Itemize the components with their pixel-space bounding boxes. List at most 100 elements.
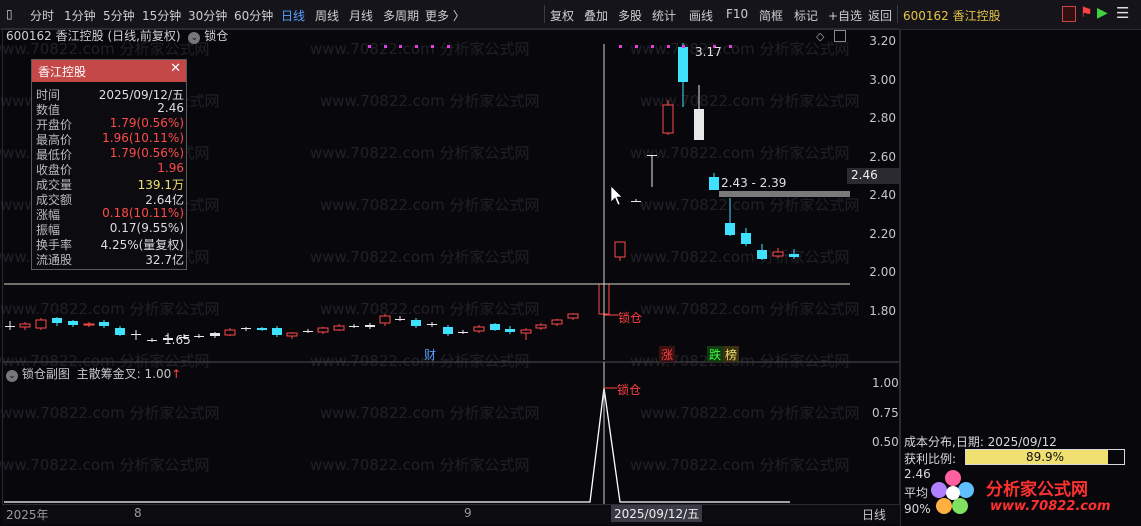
close-icon[interactable]: ✕ (170, 61, 181, 76)
gap-range-annotation: 2.43 - 2.39 (721, 176, 787, 190)
period-label[interactable]: 日线 (862, 506, 886, 523)
overlay-button[interactable]: 叠加 (584, 7, 608, 24)
sub-chart[interactable] (0, 362, 900, 507)
signal-dot (619, 45, 622, 48)
toolbar-divider (897, 5, 898, 23)
candle-body (725, 223, 735, 235)
tab-multi-period[interactable]: 多周期 (383, 7, 419, 24)
info-row-value: 1.96 (157, 161, 184, 175)
f10-button[interactable]: F10 (726, 7, 748, 21)
signal-dot (667, 45, 670, 48)
candle-body (567, 313, 579, 319)
info-row: 数值 2.46 (36, 101, 184, 117)
restore-rights-button[interactable]: 复权 (550, 7, 574, 24)
candle-body (395, 319, 405, 320)
candle-body (333, 325, 345, 331)
toolbar-menu-icon[interactable]: ▯ (6, 7, 13, 21)
info-row: 开盘价 1.79(0.56%) (36, 116, 184, 132)
sub-indicator-line (4, 387, 790, 503)
info-row-value: 1.79(0.56%) (109, 146, 184, 160)
candle-body (35, 319, 47, 329)
candle-body (349, 326, 359, 327)
mark-button[interactable]: 标记 (794, 7, 818, 24)
draw-line-button[interactable]: 画线 (689, 7, 713, 24)
gap-zone (719, 191, 850, 197)
signal-dot (729, 45, 732, 48)
candle-body (99, 322, 109, 326)
sub-scale-tick: 0.50 (872, 435, 899, 449)
multi-stock-button[interactable]: 多股 (618, 7, 642, 24)
candle-body (709, 177, 719, 190)
info-row: 最低价 1.79(0.56%) (36, 146, 184, 162)
candle-body (257, 328, 267, 330)
event-tag-fall[interactable]: 跌 (707, 346, 724, 363)
info-row-value: 0.17(9.55%) (109, 221, 184, 235)
tab-1min[interactable]: 1分钟 (64, 7, 96, 24)
info-row: 收盘价 1.96 (36, 161, 184, 177)
candle-body (458, 332, 468, 333)
lock-marker-sub: 锁仓 (617, 383, 642, 397)
info-row-value: 0.18(10.11%) (102, 206, 184, 220)
candle-body (303, 331, 313, 332)
flag-icon[interactable]: ⚑ (1080, 5, 1093, 21)
candle-body (83, 323, 95, 326)
candle-body (757, 250, 767, 259)
candle-body (631, 201, 641, 202)
stock-title: 600162 香江控股 (903, 9, 1001, 23)
tab-60min[interactable]: 60分钟 (234, 7, 273, 24)
info-box-header: 香江控股 ✕ (32, 60, 186, 82)
signal-dot (431, 45, 434, 48)
signal-dot (447, 45, 450, 48)
candle-body (772, 251, 784, 257)
simple-frame-button[interactable]: 简框 (759, 7, 783, 24)
avg-cost-partial: 平均 (904, 486, 929, 500)
price-tick: 2.40 (869, 188, 896, 202)
tab-weekly[interactable]: 周线 (315, 7, 339, 24)
report-icon[interactable] (1062, 6, 1076, 22)
info-row-label: 流通股 (36, 253, 73, 267)
profit-value: 89.9% (1025, 450, 1065, 464)
info-row: 振幅 0.17(9.55%) (36, 221, 184, 237)
tab-more[interactable]: 更多 〉 (425, 7, 465, 24)
candle-body (427, 324, 437, 325)
candle-body (662, 104, 674, 134)
tab-daily[interactable]: 日线 (281, 7, 305, 24)
candle-body (241, 328, 251, 329)
price-tick: 2.20 (869, 227, 896, 241)
event-tag-finance[interactable]: 财 (424, 346, 436, 363)
tab-30min[interactable]: 30分钟 (188, 7, 227, 24)
event-tag-rise[interactable]: 涨 (659, 346, 676, 363)
logo-text: 分析家公式网 (986, 480, 1088, 500)
info-box[interactable]: 香江控股 ✕ 时间 2025/09/12/五 数值 2.46 开盘价 1.79(0.56%… (31, 59, 187, 270)
candle-body (210, 333, 220, 336)
play-icon[interactable]: ▶ (1097, 5, 1108, 21)
candle-body (115, 328, 125, 335)
candle-body (614, 241, 626, 258)
tab-15min[interactable]: 15分钟 (142, 7, 181, 24)
candle-body (19, 323, 31, 328)
tab-monthly[interactable]: 月线 (349, 7, 373, 24)
date-tick-aug: 8 (134, 506, 142, 520)
tab-intraday[interactable]: 分时 (30, 7, 54, 24)
price-tick: 3.20 (869, 34, 896, 48)
candle-body (490, 324, 500, 330)
signal-dot (682, 45, 685, 48)
info-row: 流通股 32.7亿 (36, 251, 184, 267)
info-row-value: 1.96(10.11%) (102, 131, 184, 145)
candle-body (52, 318, 62, 323)
event-tag-list[interactable]: 榜 (723, 346, 740, 363)
avg-price-partial: 2.46 (904, 467, 931, 481)
mouse-pointer-icon (610, 185, 623, 206)
add-favorite-button[interactable]: +自选 (828, 7, 862, 24)
tab-5min[interactable]: 5分钟 (103, 7, 135, 24)
date-tick-sep: 9 (464, 506, 472, 520)
info-box-title: 香江控股 (38, 65, 87, 79)
info-row: 时间 2025/09/12/五 (36, 86, 184, 102)
candle-body (551, 319, 563, 325)
date-tick-year: 2025年 (6, 508, 49, 522)
candle-body (411, 320, 421, 326)
price-tick: 2.80 (869, 111, 896, 125)
back-button[interactable]: 返回 (868, 7, 892, 24)
statistics-button[interactable]: 统计 (652, 7, 676, 24)
menu-icon[interactable]: ☰ (1116, 4, 1129, 22)
